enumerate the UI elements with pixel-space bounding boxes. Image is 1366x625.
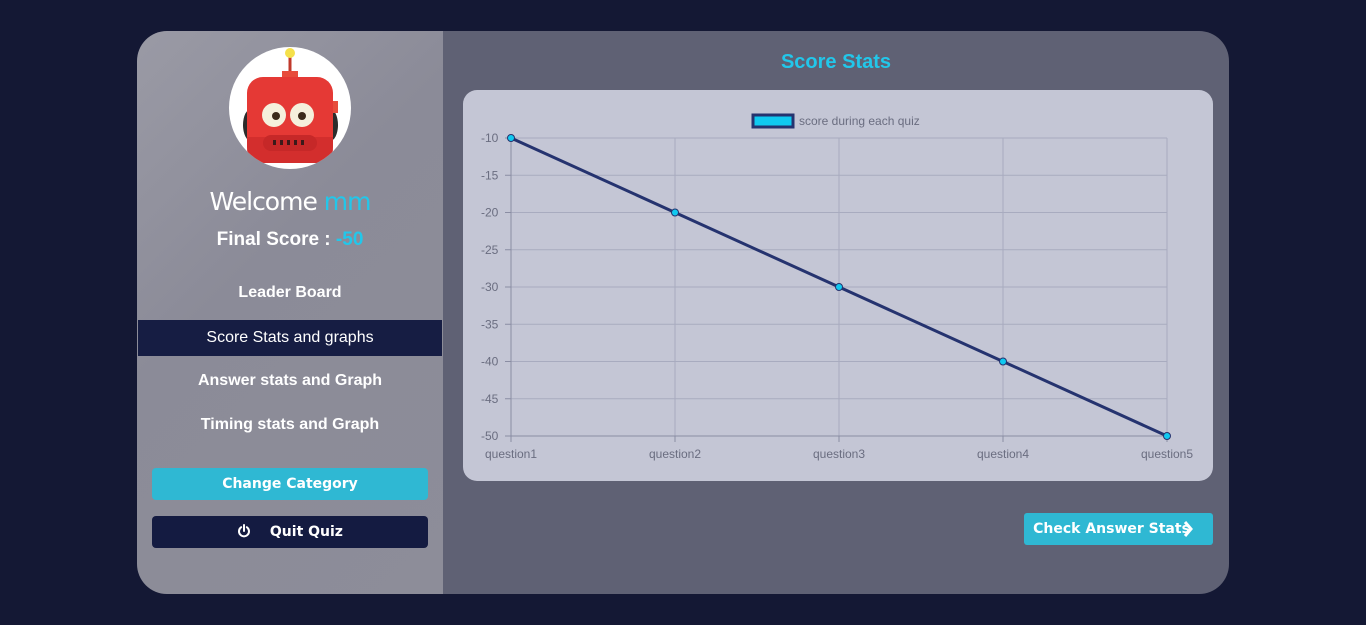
y-tick-label: -40 bbox=[481, 355, 499, 369]
robot-avatar-icon bbox=[243, 48, 338, 163]
change-category-label: Change Category bbox=[222, 476, 358, 492]
nav-label: Leader Board bbox=[238, 284, 342, 301]
y-tick-label: -20 bbox=[481, 206, 499, 220]
y-tick-label: -45 bbox=[481, 392, 499, 406]
score-line-chart: -10 -15 -20 -25 -30 -35 -40 -45 -50 question1 ques… bbox=[481, 113, 1193, 461]
x-tick-label: question2 bbox=[649, 447, 701, 461]
y-tick-label: -15 bbox=[481, 168, 499, 182]
y-tick-label: -25 bbox=[481, 243, 499, 257]
data-point bbox=[671, 208, 679, 217]
robot-avatar bbox=[229, 47, 351, 169]
welcome-text: Welcome bbox=[209, 187, 317, 216]
nav-label: Answer stats and Graph bbox=[197, 372, 383, 389]
data-point bbox=[999, 357, 1007, 366]
check-answer-stats-label: Check Answer Stats bbox=[1033, 521, 1190, 537]
final-score-value: -50 bbox=[335, 229, 364, 250]
legend-label: score during each quiz bbox=[799, 114, 920, 128]
x-tick-label: question3 bbox=[813, 447, 865, 461]
main-card: Welcome mm Final Score : -50 Leader Boar… bbox=[137, 31, 1229, 594]
nav-label: Timing stats and Graph bbox=[200, 416, 380, 433]
data-point bbox=[835, 283, 843, 291]
quit-quiz-button[interactable]: Quit Quiz bbox=[152, 516, 428, 548]
chevron-right-icon bbox=[1183, 521, 1193, 537]
data-point bbox=[507, 134, 515, 142]
y-tick-label: -50 bbox=[481, 429, 499, 443]
y-tick-label: -30 bbox=[481, 280, 499, 294]
nav-score-stats[interactable]: Score Stats and graphs bbox=[138, 320, 442, 356]
page-title: Score Stats bbox=[780, 51, 892, 73]
final-score: Final Score : -50 bbox=[137, 229, 443, 251]
main-content: Score Stats -10 -15 -20 -25 -30 -35 -40 -45 -50 q… bbox=[443, 31, 1229, 594]
nav-answer-stats[interactable]: Answer stats and Graph bbox=[138, 363, 442, 399]
nav-leader-board[interactable]: Leader Board bbox=[138, 275, 442, 311]
username: mm bbox=[323, 187, 372, 216]
x-tick-label: question5 bbox=[1141, 447, 1193, 461]
x-tick-label: question1 bbox=[485, 447, 537, 461]
check-answer-stats-button[interactable]: Check Answer Stats bbox=[1024, 513, 1213, 545]
nav-timing-stats[interactable]: Timing stats and Graph bbox=[138, 407, 442, 443]
final-score-label: Final Score : bbox=[216, 229, 331, 250]
power-icon bbox=[238, 523, 250, 537]
y-tick-label: -35 bbox=[481, 317, 499, 331]
data-point bbox=[1163, 432, 1171, 440]
nav-label: Score Stats and graphs bbox=[206, 329, 374, 346]
sidebar: Welcome mm Final Score : -50 Leader Boar… bbox=[137, 31, 443, 594]
y-tick-label: -10 bbox=[481, 131, 499, 145]
score-chart-panel: -10 -15 -20 -25 -30 -35 -40 -45 -50 question1 ques… bbox=[463, 90, 1213, 481]
quit-quiz-label: Quit Quiz bbox=[269, 524, 343, 540]
welcome-message: Welcome mm bbox=[137, 187, 443, 216]
change-category-button[interactable]: Change Category bbox=[152, 468, 428, 500]
x-tick-label: question4 bbox=[977, 447, 1029, 461]
legend-swatch bbox=[751, 113, 795, 129]
